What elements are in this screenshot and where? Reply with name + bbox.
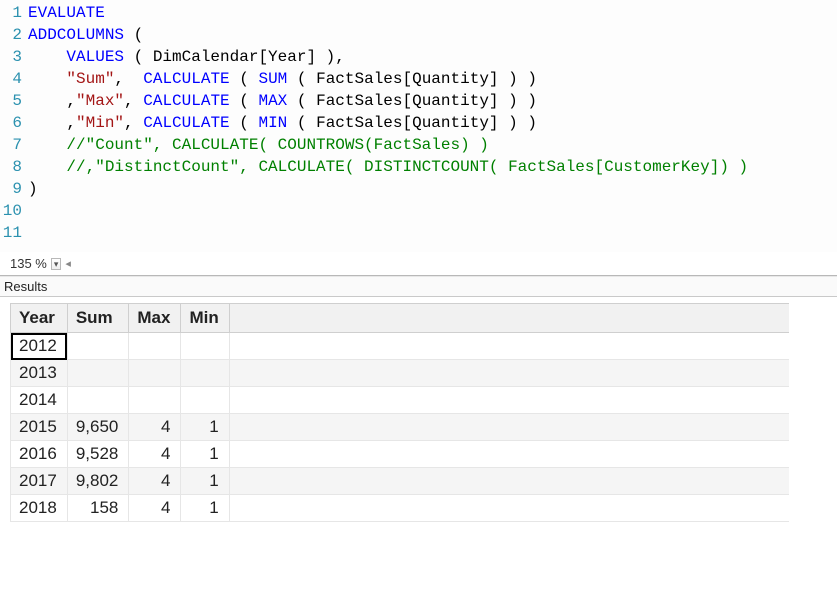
code-content[interactable]: ADDCOLUMNS ( (28, 24, 837, 46)
table-row[interactable]: 201815841 (11, 495, 790, 522)
code-content[interactable]: ,"Max", CALCULATE ( MAX ( FactSales[Quan… (28, 90, 837, 112)
code-line[interactable]: 7 //"Count", CALCULATE( COUNTROWS(FactSa… (0, 134, 837, 156)
line-number: 9 (0, 178, 28, 200)
code-content[interactable]: EVALUATE (28, 2, 837, 24)
code-line[interactable]: 6 ,"Min", CALCULATE ( MIN ( FactSales[Qu… (0, 112, 837, 134)
cell-min[interactable] (181, 333, 229, 360)
table-row[interactable]: 20179,80241 (11, 468, 790, 495)
code-line[interactable]: 4 "Sum", CALCULATE ( SUM ( FactSales[Qua… (0, 68, 837, 90)
cell-min[interactable]: 1 (181, 468, 229, 495)
cell-spacer (229, 414, 789, 441)
line-number: 7 (0, 134, 28, 156)
cell-year[interactable]: 2012 (11, 333, 68, 360)
line-number: 8 (0, 156, 28, 178)
code-content[interactable]: ) (28, 178, 837, 200)
cell-year[interactable]: 2017 (11, 468, 68, 495)
code-line[interactable]: 11 (0, 222, 837, 244)
results-tab[interactable]: Results (0, 277, 837, 297)
zoom-bar: 135 % ▾ ◂ (0, 252, 837, 275)
table-row[interactable]: 20169,52841 (11, 441, 790, 468)
cell-min[interactable]: 1 (181, 441, 229, 468)
scroll-left-icon[interactable]: ◂ (65, 257, 71, 270)
cell-sum[interactable]: 9,802 (67, 468, 129, 495)
code-editor[interactable]: 1EVALUATE2ADDCOLUMNS (3 VALUES ( DimCale… (0, 0, 837, 252)
code-line[interactable]: 8 //,"DistinctCount", CALCULATE( DISTINC… (0, 156, 837, 178)
line-number: 3 (0, 46, 28, 68)
cell-spacer (229, 495, 789, 522)
column-header[interactable]: Min (181, 304, 229, 333)
cell-sum[interactable] (67, 360, 129, 387)
line-number: 2 (0, 24, 28, 46)
cell-max[interactable]: 4 (129, 468, 181, 495)
cell-spacer (229, 387, 789, 414)
line-number: 10 (0, 200, 28, 222)
code-line[interactable]: 5 ,"Max", CALCULATE ( MAX ( FactSales[Qu… (0, 90, 837, 112)
table-row[interactable]: 20159,65041 (11, 414, 790, 441)
cell-max[interactable] (129, 360, 181, 387)
cell-max[interactable] (129, 333, 181, 360)
cell-min[interactable] (181, 360, 229, 387)
cell-sum[interactable]: 9,528 (67, 441, 129, 468)
zoom-level: 135 % (10, 256, 47, 271)
line-number: 1 (0, 2, 28, 24)
results-grid[interactable]: YearSumMaxMin20122013201420159,650412016… (0, 297, 837, 522)
cell-min[interactable]: 1 (181, 414, 229, 441)
cell-year[interactable]: 2016 (11, 441, 68, 468)
column-header-spacer (229, 304, 789, 333)
table-row[interactable]: 2014 (11, 387, 790, 414)
cell-max[interactable]: 4 (129, 441, 181, 468)
code-line[interactable]: 9) (0, 178, 837, 200)
cell-min[interactable]: 1 (181, 495, 229, 522)
line-number: 6 (0, 112, 28, 134)
code-line[interactable]: 1EVALUATE (0, 2, 837, 24)
cell-max[interactable] (129, 387, 181, 414)
code-content[interactable]: ,"Min", CALCULATE ( MIN ( FactSales[Quan… (28, 112, 837, 134)
cell-year[interactable]: 2013 (11, 360, 68, 387)
cell-spacer (229, 468, 789, 495)
cell-sum[interactable] (67, 387, 129, 414)
code-line[interactable]: 2ADDCOLUMNS ( (0, 24, 837, 46)
column-header[interactable]: Sum (67, 304, 129, 333)
code-content[interactable]: //,"DistinctCount", CALCULATE( DISTINCTC… (28, 156, 837, 178)
table-header-row: YearSumMaxMin (11, 304, 790, 333)
cell-year[interactable]: 2018 (11, 495, 68, 522)
cell-year[interactable]: 2014 (11, 387, 68, 414)
cell-sum[interactable] (67, 333, 129, 360)
code-line[interactable]: 3 VALUES ( DimCalendar[Year] ), (0, 46, 837, 68)
zoom-dropdown[interactable]: ▾ (51, 258, 62, 270)
cell-sum[interactable]: 158 (67, 495, 129, 522)
line-number: 11 (0, 222, 28, 244)
line-number: 5 (0, 90, 28, 112)
cell-sum[interactable]: 9,650 (67, 414, 129, 441)
code-content[interactable]: //"Count", CALCULATE( COUNTROWS(FactSale… (28, 134, 837, 156)
cell-max[interactable]: 4 (129, 414, 181, 441)
code-content[interactable]: VALUES ( DimCalendar[Year] ), (28, 46, 837, 68)
cell-max[interactable]: 4 (129, 495, 181, 522)
cell-spacer (229, 441, 789, 468)
code-content[interactable]: "Sum", CALCULATE ( SUM ( FactSales[Quant… (28, 68, 837, 90)
cell-spacer (229, 333, 789, 360)
column-header[interactable]: Max (129, 304, 181, 333)
line-number: 4 (0, 68, 28, 90)
code-content[interactable] (28, 200, 837, 222)
cell-min[interactable] (181, 387, 229, 414)
cell-year[interactable]: 2015 (11, 414, 68, 441)
code-line[interactable]: 10 (0, 200, 837, 222)
cell-spacer (229, 360, 789, 387)
code-content[interactable] (28, 222, 837, 244)
column-header[interactable]: Year (11, 304, 68, 333)
table-row[interactable]: 2012 (11, 333, 790, 360)
table-row[interactable]: 2013 (11, 360, 790, 387)
